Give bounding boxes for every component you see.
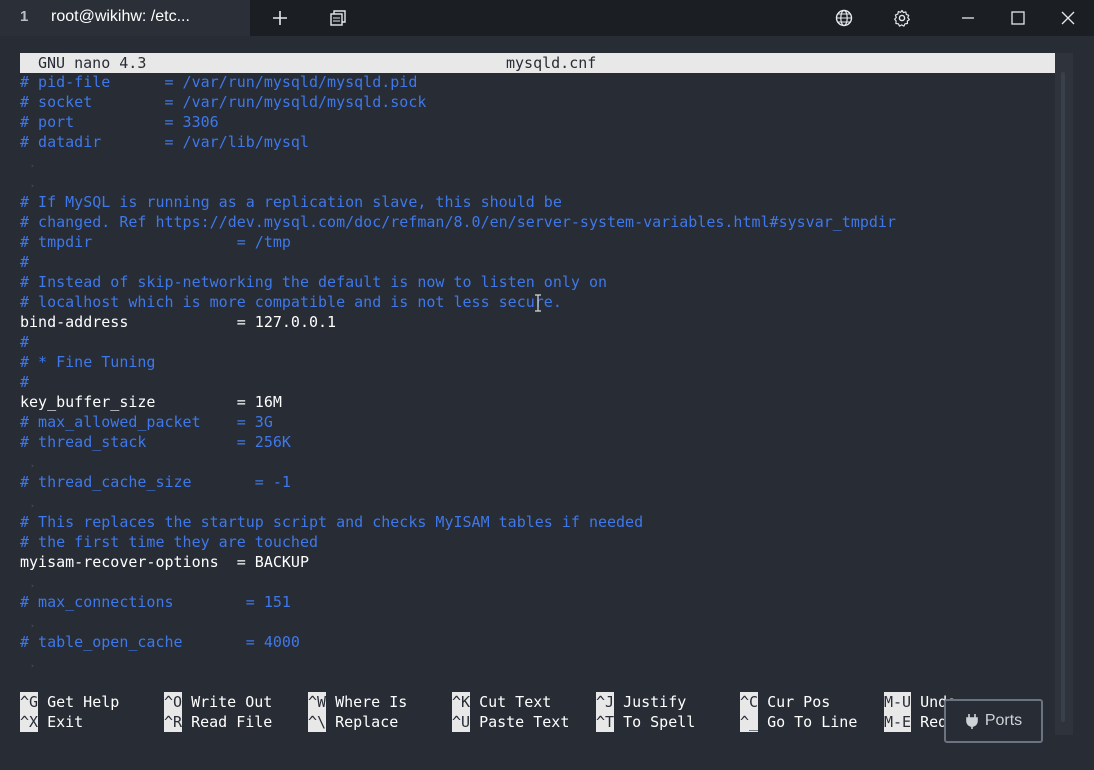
scrollbar-thumb[interactable] [1061,72,1065,722]
shortcut-key: ^U [452,712,471,732]
config-line: myisam-recover-options = BACKUP [20,553,309,571]
shortcut-key: ^T [596,712,615,732]
blank-line: . [28,613,38,631]
blank-line: . [28,493,38,511]
shortcut-label: Write Out [191,693,273,711]
ports-button-label: Ports [984,712,1023,729]
comment-line: # datadir = /var/lib/mysql [20,133,309,151]
comment-line: # If MySQL is running as a replication s… [20,193,562,211]
minimize-icon[interactable] [950,0,986,36]
shortcut-key: ^_ [740,712,759,732]
shortcut-key: ^W [308,692,327,712]
comment-line: # [20,253,30,271]
shortcut-label: Read File [191,713,273,731]
config-line: bind-address = 127.0.0.1 [20,313,337,331]
shortcut-key: ^J [596,692,615,712]
shortcut-label: Paste Text [479,713,570,731]
blank-line: . [28,153,38,171]
shortcut-label: Replace [335,713,399,731]
comment-line: # socket = /var/run/mysqld/mysqld.sock [20,93,427,111]
blank-line: . [28,173,38,191]
terminal-tab[interactable]: 1 root@wikihw: /etc... [0,0,250,36]
title-bar: 1 root@wikihw: /etc... [0,0,1094,36]
comment-line: # Instead of skip-networking the default… [20,273,607,291]
shortcut-label: Cut Text [479,693,552,711]
globe-icon[interactable] [826,0,862,36]
shortcut-item[interactable]: ^W Where Is [308,692,407,712]
shortcut-label: Exit [47,713,84,731]
plus-icon[interactable] [262,0,298,36]
shortcut-label: To Spell [623,713,696,731]
blank-line: . [28,653,38,671]
blank-line: . [28,453,38,471]
comment-line: # [20,333,30,351]
shortcut-key: ^\ [308,712,327,732]
shortcut-item[interactable]: ^R Read File [164,712,272,732]
gear-icon[interactable] [884,0,920,36]
comment-line: # * Fine Tuning [20,353,156,371]
shortcut-key: M-U [884,692,912,712]
tab-title[interactable]: root@wikihw: /etc... [51,8,190,26]
maximize-icon[interactable] [1000,0,1036,36]
comment-line: # localhost which is more compatible and… [20,293,562,311]
shortcut-item[interactable]: ^J Justify [596,692,686,712]
shortcut-item[interactable]: ^U Paste Text [452,712,569,732]
shortcut-item[interactable]: ^X Exit [20,712,83,732]
tab-number: 1 [20,8,29,25]
comment-line: # the first time they are touched [20,533,319,551]
comment-line: # This replaces the startup script and c… [20,513,644,531]
shortcut-key: ^X [20,712,39,732]
close-icon[interactable] [1050,0,1086,36]
shortcut-item[interactable]: ^C Cur Pos [740,692,830,712]
shortcut-key: ^C [740,692,759,712]
shortcut-label: Justify [623,693,687,711]
shortcut-key: ^G [20,692,39,712]
comment-line: # max_allowed_packet = 3G [20,413,273,431]
comment-line: # max_connections = 151 [20,593,291,611]
file-name: mysqld.cnf [506,54,597,72]
comment-line: # changed. Ref https://dev.mysql.com/doc… [20,213,896,231]
comment-line: # pid-file = /var/run/mysqld/mysqld.pid [20,73,418,91]
config-line: key_buffer_size = 16M [20,393,282,411]
comment-line: # thread_cache_size = -1 [20,473,291,491]
shortcut-label: Cur Pos [767,693,831,711]
shortcut-key: ^K [452,692,471,712]
nano-version: GNU nano 4.3 [38,54,147,72]
shortcut-label: Get Help [47,693,120,711]
shortcut-item[interactable]: ^_ Go To Line [740,712,857,732]
shortcut-key: ^R [164,712,183,732]
comment-line: # thread_stack = 256K [20,433,291,451]
shortcut-item[interactable]: ^T To Spell [596,712,695,732]
shortcut-item[interactable]: ^O Write Out [164,692,272,712]
shortcut-item[interactable]: ^K Cut Text [452,692,551,712]
shortcut-item[interactable]: ^G Get Help [20,692,119,712]
comment-line: # port = 3306 [20,113,219,131]
blank-line: . [28,573,38,591]
shortcut-label: Where Is [335,693,408,711]
comment-line: # [20,373,30,391]
plug-icon [966,714,978,729]
comment-line: # tmpdir = /tmp [20,233,291,251]
nano-header-bar: GNU nano 4.3 mysqld.cnf [20,53,1055,73]
shortcut-key: ^O [164,692,183,712]
shortcut-item[interactable]: ^\ Replace [308,712,398,732]
shortcut-key: M-E [884,712,912,732]
ports-button[interactable]: Ports [944,699,1043,743]
text-cursor-icon [535,294,541,312]
shortcut-label: Go To Line [767,713,858,731]
duplicate-icon[interactable] [320,0,356,36]
comment-line: # table_open_cache = 4000 [20,633,300,651]
